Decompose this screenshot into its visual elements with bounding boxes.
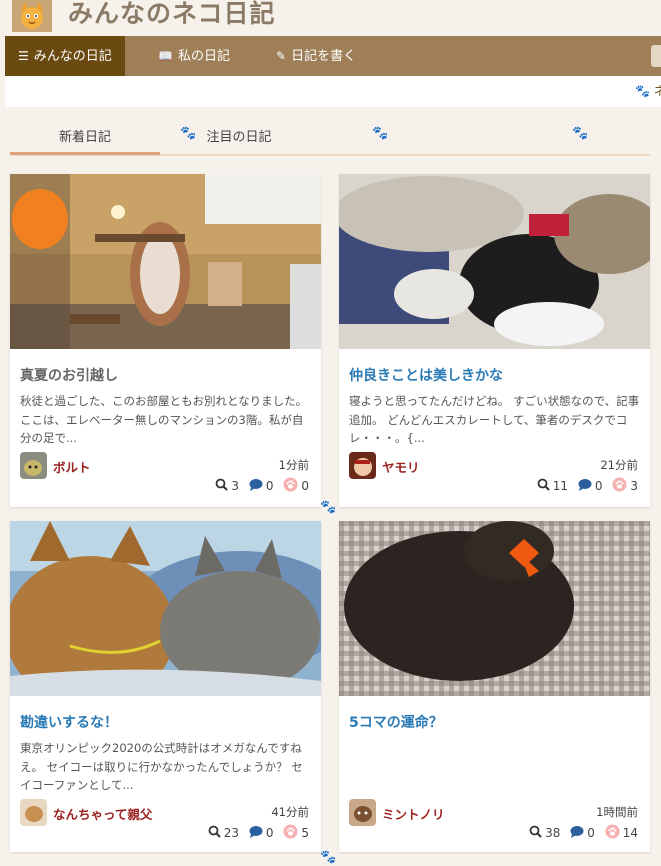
comments-stat: 0 [578, 479, 603, 493]
diary-stats: 38 0 14 [523, 824, 638, 842]
paw-decoration-icon: 🐾 [320, 850, 337, 865]
views-stat: 23 [208, 826, 239, 840]
likes-stat: 0 [283, 477, 309, 495]
views-count: 23 [223, 825, 240, 840]
diary-card: 5コマの運命？ ミントノリ 1時間前 38 0 14 [339, 521, 650, 852]
author-name[interactable]: なんちゃって親父 [53, 804, 152, 823]
search-icon [537, 478, 550, 494]
comments-count: 0 [587, 825, 595, 840]
diary-card: 仲良きことは美しきかな 寝ようと思ってたんだけどね。 すごい状態なので、記事追加… [339, 174, 650, 507]
nav-item-everyone-diary[interactable]: ☰ みんなの日記 [5, 36, 125, 76]
diary-photo[interactable] [339, 521, 650, 696]
comment-icon [249, 478, 263, 494]
likes-count: 0 [301, 478, 309, 493]
paw-icon: 🐾 [635, 84, 650, 98]
likes-count: 5 [301, 825, 309, 840]
author-name[interactable]: ミントノリ [382, 804, 445, 823]
diary-photo[interactable] [10, 174, 321, 349]
views-stat: 38 [529, 826, 560, 840]
comments-stat: 0 [249, 826, 274, 840]
post-time: 1分前 [278, 458, 309, 472]
comments-stat: 0 [249, 479, 274, 493]
avatar[interactable] [20, 799, 47, 826]
paw-like-icon [283, 824, 298, 842]
comments-count: 0 [265, 478, 274, 493]
diary-title[interactable]: 5コマの運命？ [349, 712, 443, 732]
diary-card: 勘違いするな！ 東京オリンピック2020の公式時計はオメガなんですねえ。 セイコ… [10, 521, 321, 852]
diary-stats: 3 0 0 [209, 477, 309, 495]
post-time: 41分前 [271, 805, 309, 819]
avatar[interactable] [20, 452, 47, 479]
edit-icon: ✎ [276, 49, 287, 63]
site-title[interactable]: みんなのネコ日記 [68, 0, 276, 30]
tab-featured-diaries[interactable]: 注目の日記 [164, 124, 314, 152]
diary-photo[interactable] [10, 521, 321, 696]
comment-icon [578, 478, 592, 494]
comments-count: 0 [594, 478, 603, 493]
nav-extra-button[interactable] [651, 45, 661, 67]
diary-excerpt: 東京オリンピック2020の公式時計はオメガなんですねえ。 セイコーは取りに行かな… [20, 741, 303, 792]
book-icon: 📖 [158, 49, 173, 63]
views-count: 38 [545, 825, 561, 840]
comments-stat: 0 [570, 826, 595, 840]
views-stat: 11 [537, 479, 568, 493]
diary-stats: 11 0 3 [531, 477, 638, 495]
views-count: 3 [231, 478, 240, 493]
diary-title[interactable]: 仲良きことは美しきかな [349, 365, 503, 385]
diary-stats: 23 0 5 [202, 824, 309, 842]
ticker-text: ネ [653, 84, 661, 98]
diary-excerpt: 寝ようと思ってたんだけどね。 すごい状態なので、記事追加。 どんどんエスカレート… [349, 394, 640, 445]
diary-excerpt: 秋徒と過ごした、このお部屋ともお別れとなりました。 ここは、エレベーター無しのマ… [20, 394, 308, 445]
nav-item-label: 私の日記 [177, 49, 230, 64]
nav-item-label: 日記を書く [291, 49, 357, 64]
avatar[interactable] [349, 452, 376, 479]
comment-icon [249, 825, 263, 841]
comment-icon [570, 825, 584, 841]
likes-stat: 3 [612, 477, 638, 495]
likes-count: 3 [630, 478, 638, 493]
author-name[interactable]: ヤモリ [382, 457, 420, 476]
author-name[interactable]: ボルト [53, 457, 91, 476]
paw-like-icon [605, 824, 620, 842]
nav-item-label: みんなの日記 [33, 49, 112, 64]
post-time: 1時間前 [596, 805, 638, 819]
paw-decoration-icon: 🐾 [320, 500, 337, 515]
paw-like-icon [283, 477, 298, 495]
likes-stat: 5 [283, 824, 309, 842]
notice-ticker[interactable]: 🐾 ネ [635, 82, 661, 99]
paw-like-icon [612, 477, 627, 495]
views-stat: 3 [215, 479, 239, 493]
site-logo[interactable] [12, 0, 52, 32]
site-header: みんなのネコ日記 [0, 0, 661, 36]
main-nav: ☰ みんなの日記 📖 私の日記 ✎ 日記を書く [5, 36, 661, 76]
search-icon [208, 825, 221, 841]
search-icon [215, 478, 229, 494]
diary-title[interactable]: 真夏のお引越し [20, 365, 118, 385]
diary-card: 真夏のお引越し 秋徒と過ごした、このお部屋ともお別れとなりました。 ここは、エレ… [10, 174, 321, 507]
nav-item-write-diary[interactable]: ✎ 日記を書く [263, 36, 369, 76]
diary-title[interactable]: 勘違いするな！ [20, 712, 118, 732]
views-count: 11 [552, 478, 569, 493]
likes-count: 14 [622, 825, 638, 840]
comments-count: 0 [265, 825, 274, 840]
list-icon: ☰ [18, 49, 29, 63]
diary-photo[interactable] [339, 174, 650, 349]
diary-tabs: 新着日記 注目の日記 [10, 124, 650, 156]
search-icon [529, 825, 542, 841]
notice-strip: 🐾 ネ [5, 76, 661, 107]
avatar[interactable] [349, 799, 376, 826]
nav-item-my-diary[interactable]: 📖 私の日記 [145, 36, 243, 76]
likes-stat: 14 [605, 824, 638, 842]
post-time: 21分前 [600, 458, 638, 472]
tab-new-diaries[interactable]: 新着日記 [10, 124, 160, 155]
